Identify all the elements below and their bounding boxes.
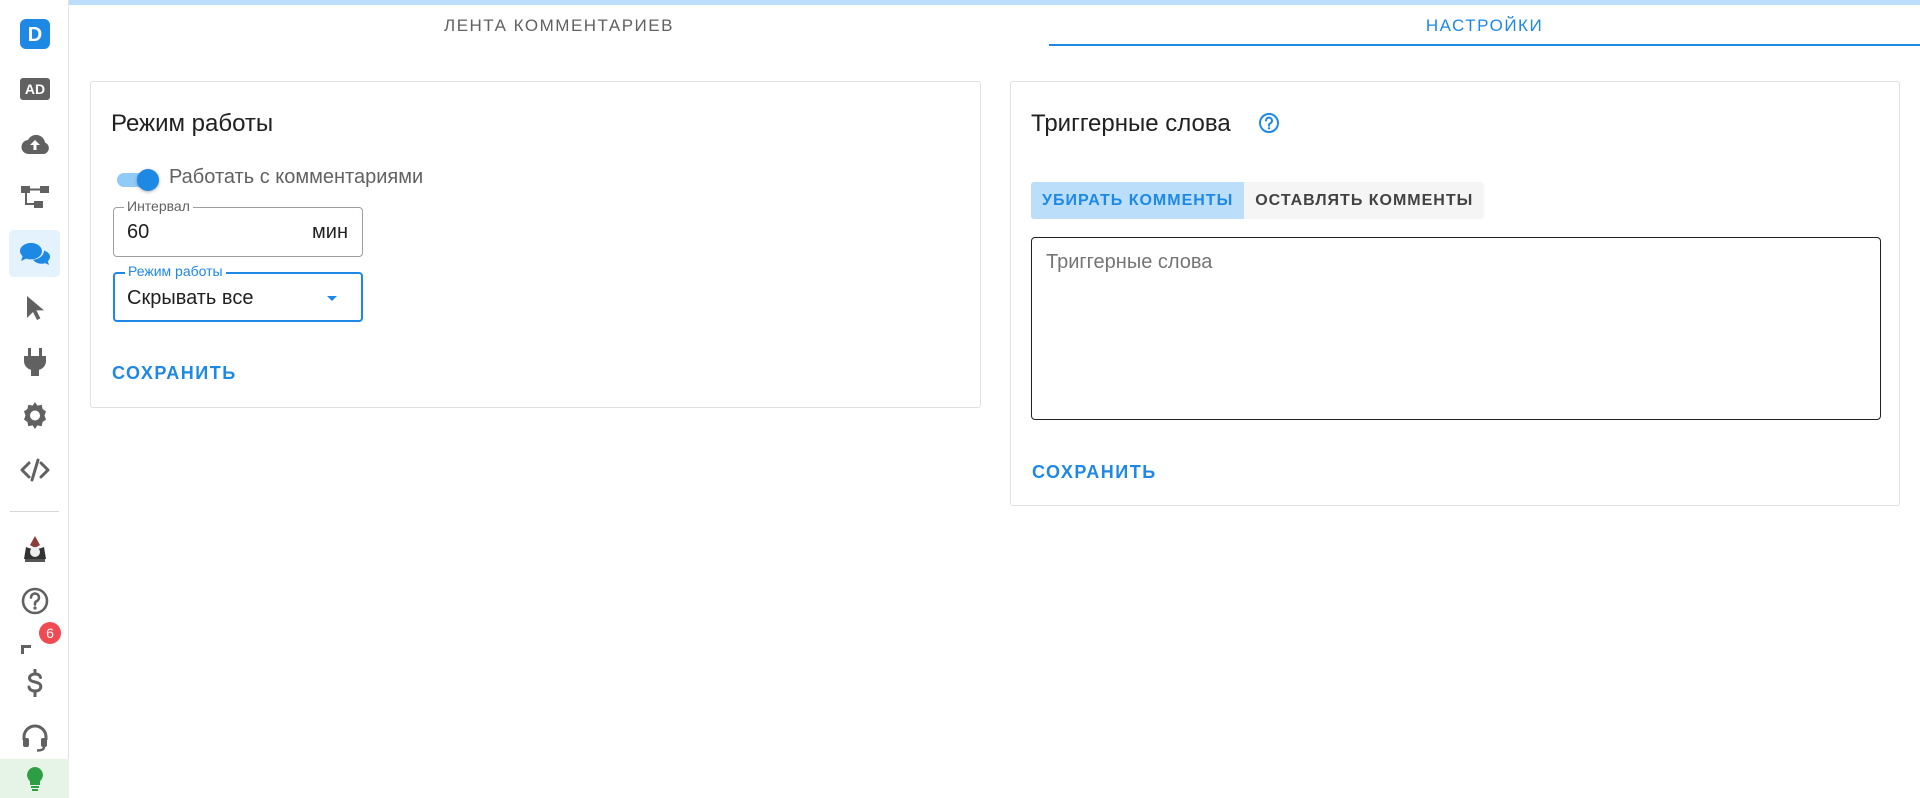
remove-comments-button[interactable]: Убирать комменты [1031, 182, 1245, 219]
interval-field[interactable]: Интервал 60 мин [113, 198, 363, 257]
gear-icon [23, 401, 46, 429]
comments-switch-label: Работать с комментариями [169, 166, 424, 188]
trigger-words-card: Триггерные слова Убирать комменты Оставл… [1010, 81, 1900, 506]
chevron-down-icon [327, 296, 337, 301]
lightbulb-icon [26, 766, 43, 791]
svg-text:D: D [27, 24, 41, 46]
save-trigger-words-button[interactable]: Сохранить [1032, 462, 1157, 483]
trigger-words-textarea[interactable]: Триггерные слова [1031, 237, 1881, 420]
switch-knob [137, 169, 159, 191]
trigger-mode-toggle: Убирать комменты Оставлять комменты [1031, 182, 1485, 219]
mode-select-value: Скрывать все [127, 287, 254, 309]
cloud-upload-icon [20, 134, 49, 154]
sidebar-divider [10, 511, 59, 512]
avatar [23, 535, 46, 562]
tab-settings[interactable]: Настройки [1049, 5, 1920, 47]
comments-switch[interactable] [113, 169, 159, 191]
work-mode-title: Режим работы [111, 110, 274, 137]
svg-text:AD: AD [24, 81, 44, 97]
sidebar-item-help[interactable] [9, 577, 60, 624]
interval-suffix: мин [312, 221, 348, 243]
notification-badge: 6 [39, 622, 61, 644]
save-work-mode-button[interactable]: Сохранить [112, 363, 237, 384]
logo-icon: D [19, 18, 50, 49]
sidebar-item-profile[interactable] [9, 525, 60, 572]
sitemap-icon [20, 185, 49, 208]
sidebar-item-structure[interactable] [9, 173, 60, 220]
tab-comments-feed[interactable]: Лента комментариев [69, 5, 1049, 47]
active-tab-indicator [1049, 44, 1920, 46]
sidebar-item-code[interactable] [9, 446, 60, 493]
sidebar-item-billing[interactable] [9, 659, 60, 706]
sidebar-item-ideas[interactable] [0, 759, 69, 798]
sidebar-item-settings[interactable] [9, 392, 60, 439]
ad-icon: AD [19, 77, 50, 100]
sidebar-item-ad[interactable]: AD [9, 65, 60, 112]
code-icon [20, 458, 49, 481]
mode-select[interactable]: Режим работы Скрывать все [113, 263, 363, 322]
keep-comments-button[interactable]: Оставлять комменты [1244, 182, 1484, 219]
sidebar-item-comments[interactable] [9, 230, 60, 277]
mode-select-label: Режим работы [125, 263, 226, 279]
interval-label: Интервал [124, 198, 193, 214]
plug-icon [23, 347, 46, 376]
dollar-icon [27, 668, 42, 697]
sidebar-item-support[interactable] [9, 714, 60, 761]
trigger-words-placeholder: Триггерные слова [1046, 251, 1213, 273]
sidebar-item-cursor[interactable] [9, 284, 60, 331]
work-mode-card: Режим работы Работать с комментариями Ин… [90, 81, 981, 408]
trigger-words-title: Триггерные слова [1031, 110, 1231, 137]
sidebar-item-logo[interactable]: D [9, 10, 60, 57]
help-icon[interactable] [1258, 112, 1280, 134]
sidebar-item-upload[interactable] [9, 120, 60, 167]
headset-icon [22, 724, 47, 752]
cursor-icon [26, 295, 44, 320]
sidebar: D AD 6 [0, 0, 69, 798]
interval-value: 60 [127, 221, 150, 243]
sidebar-item-integrations[interactable] [9, 338, 60, 385]
help-circle-icon [21, 587, 48, 614]
comments-icon [19, 242, 50, 265]
